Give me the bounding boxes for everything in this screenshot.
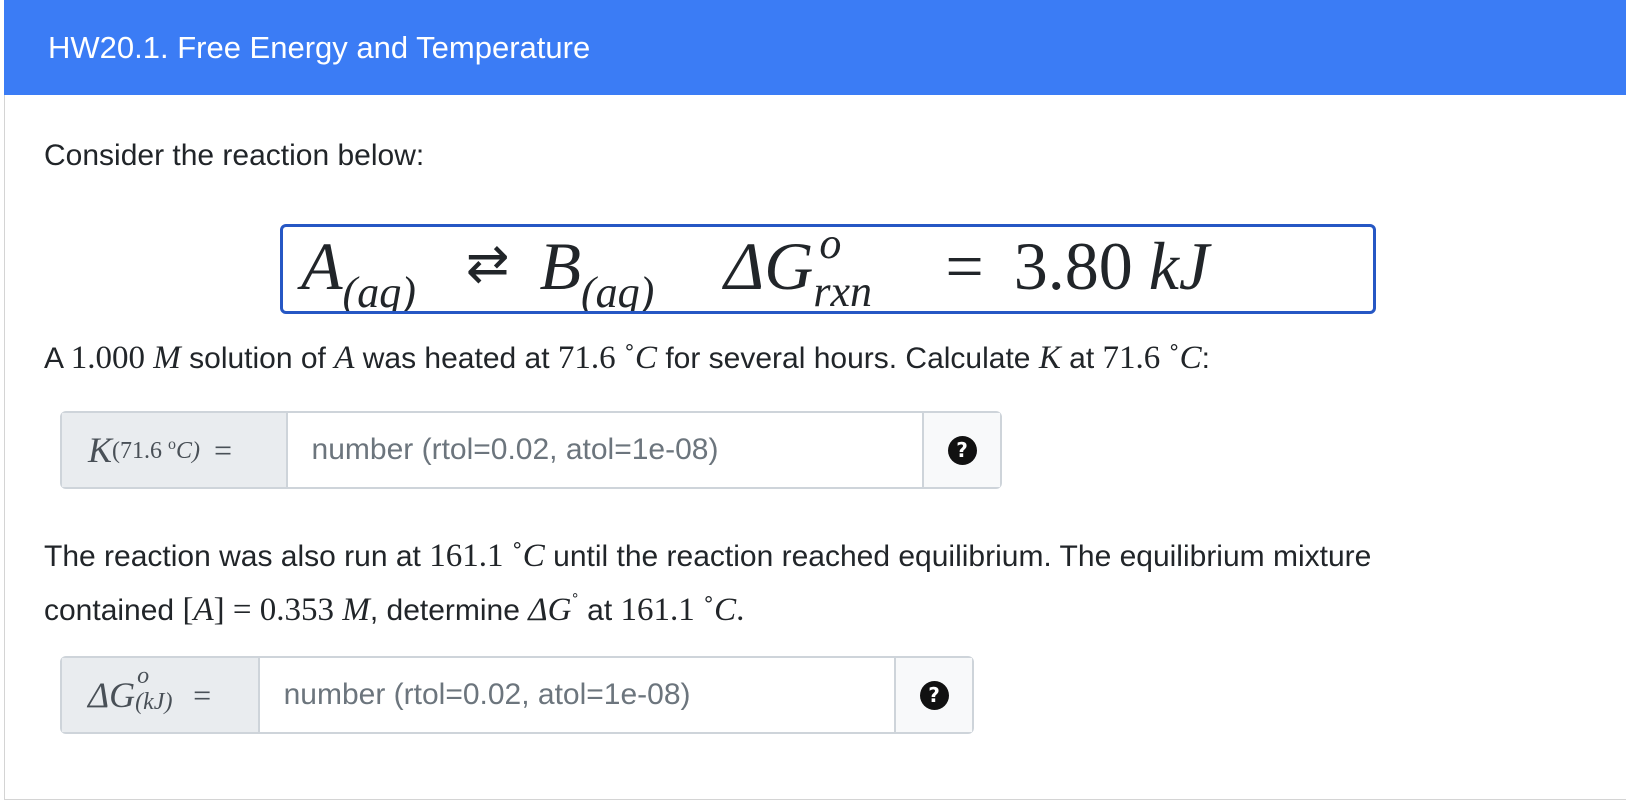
q2-equals: = — [224, 592, 260, 628]
question-circle-icon: ? — [919, 680, 949, 710]
k-answer-group: K(71.6 oC) = ? — [60, 411, 1002, 489]
q2-temperature-2: 161.1 — [620, 592, 695, 628]
q1-concentration: 1.000 — [70, 340, 145, 376]
q1-text-part: for several hours. Calculate — [656, 342, 1039, 375]
q1-k-symbol: K — [1038, 340, 1061, 376]
delta-g-symbol: ΔG — [724, 228, 814, 304]
equilibrium-arrow: ⇄ — [465, 236, 510, 293]
delta-g-value: 3.80 — [1013, 228, 1133, 304]
reactant-state: (aq) — [342, 268, 416, 314]
q1-text-part: at — [1060, 342, 1103, 375]
q1-temp-unit-2: C — [1179, 340, 1202, 376]
q1-temperature: 71.6 — [557, 340, 616, 376]
q2-degree: ˚ — [511, 538, 523, 574]
q1-text-part: : — [1201, 342, 1210, 375]
product: B — [539, 228, 581, 304]
equals-sign: = — [945, 228, 984, 304]
question-circle-icon: ? — [947, 435, 977, 465]
k-label-symbol: K — [88, 430, 113, 470]
reactant: A — [301, 228, 343, 304]
delta-g-sub: rxn — [813, 267, 872, 314]
product-state: (aq) — [580, 268, 655, 314]
reaction-equation: A(aq) ⇄ B(aq) ΔG o rxn = 3.80 kJ — [280, 224, 1376, 314]
question-2-line-2: contained [A] = 0.353 M, determine ΔG˚ a… — [44, 578, 744, 635]
intro-text: Consider the reaction below: — [44, 139, 425, 172]
q2-text-part: The reaction was also run at — [44, 540, 430, 573]
q2-temperature: 161.1 — [429, 538, 504, 574]
q2-bracket-right: ] — [213, 592, 225, 628]
q1-temperature-2: 71.6 — [1102, 340, 1161, 376]
k-answer-input[interactable] — [287, 413, 923, 487]
question-2-line-1: The reaction was also run at 161.1 ˚C un… — [44, 532, 1371, 581]
q1-text-part: solution of — [180, 342, 335, 375]
q2-temp-unit: C — [522, 538, 545, 574]
q2-bracket-left: [ — [182, 592, 194, 628]
q2-period: . — [736, 592, 745, 628]
q2-delta-g: ΔG — [528, 592, 572, 628]
k-label-unit: C) — [176, 437, 201, 464]
q2-delta-g-degree: ˚ — [571, 589, 579, 614]
q2-text-part: at — [578, 594, 621, 627]
k-help-button[interactable]: ? — [922, 413, 1000, 487]
delta-g-help-button[interactable]: ? — [894, 658, 973, 732]
q1-text-part: was heated at — [354, 342, 558, 375]
q2-degree-2: ˚ — [703, 592, 715, 628]
q2-conc-unit: M — [342, 592, 370, 628]
page-title: HW20.1. Free Energy and Temperature — [48, 30, 591, 65]
q1-degree: ˚ — [623, 340, 635, 376]
dg-label-sub: (kJ) — [135, 689, 173, 715]
delta-g-unit: kJ — [1148, 228, 1210, 304]
equation-math: A(aq) ⇄ B(aq) ΔG o rxn = 3.80 kJ — [301, 227, 1210, 314]
q2-species: A — [193, 592, 214, 628]
dg-label-scripts: o (kJ) — [135, 663, 179, 715]
question-1-text: A 1.000 M solution of A was heated at 71… — [44, 334, 1210, 383]
q2-text-part: until the reaction reached equilibrium. … — [544, 540, 1372, 573]
q1-conc-unit: M — [153, 340, 181, 376]
q1-species: A — [334, 340, 355, 376]
k-label-degree: o — [168, 435, 177, 453]
k-label-sub-text: (71.6 — [112, 437, 169, 464]
delta-g-scripts: o rxn — [813, 227, 905, 311]
k-label-subscript: (71.6 oC) — [112, 436, 200, 465]
delta-g-answer-input[interactable] — [259, 658, 895, 732]
k-label-equals: = — [214, 431, 233, 468]
dg-label-symbol: ΔG — [88, 675, 136, 715]
q1-temp-unit: C — [634, 340, 657, 376]
q1-degree-2: ˚ — [1168, 340, 1180, 376]
dg-label-sup: o — [137, 663, 150, 689]
k-answer-label: K (71.6 oC) = — [62, 413, 288, 487]
q2-text-part: contained — [44, 594, 183, 627]
card-header: HW20.1. Free Energy and Temperature — [4, 0, 1626, 95]
delta-g-answer-label: ΔG o (kJ) = — [62, 658, 260, 732]
q2-temp-unit-2: C — [714, 592, 737, 628]
q2-text-part: , determine — [369, 594, 529, 627]
delta-g-answer-group: ΔGo(kJ) = ? — [60, 656, 974, 734]
dg-label-equals: = — [193, 676, 212, 713]
q1-text-part: A — [44, 342, 71, 375]
q2-concentration: 0.353 — [259, 592, 334, 628]
